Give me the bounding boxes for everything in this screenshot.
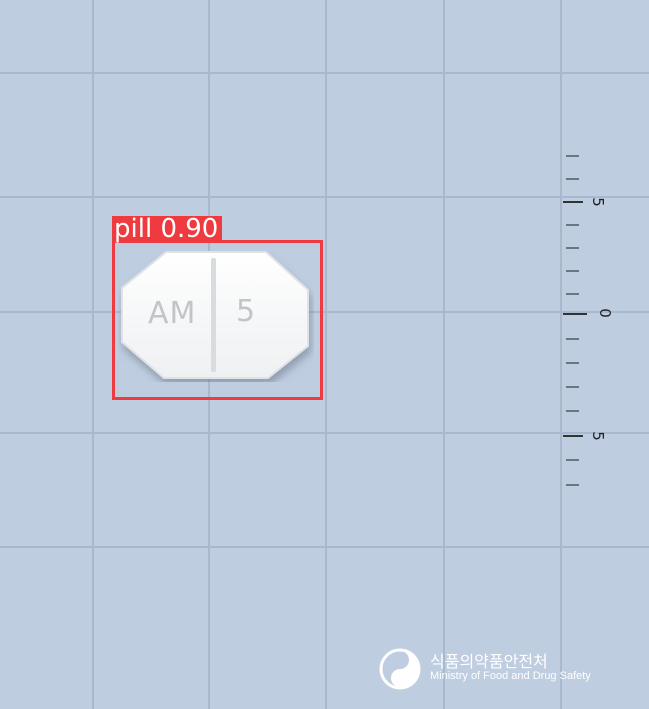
ruler-tick: [566, 178, 579, 180]
ruler-tick: [566, 155, 579, 157]
ruler-tick: [566, 270, 579, 272]
ruler-tick: [566, 293, 579, 295]
ruler-tick: [566, 338, 579, 340]
photo-stage: 5 0 5 AM 5 pill 0.90 식품의약품안전처 Ministry o…: [0, 0, 649, 709]
detection-label: pill 0.90: [112, 216, 223, 242]
watermark-english-text: Ministry of Food and Drug Safety: [430, 670, 591, 682]
grid-line: [0, 546, 649, 548]
ruler-tick: [566, 484, 579, 486]
ruler-tick: [566, 410, 579, 412]
ruler-label: 0: [595, 308, 614, 318]
grid-line: [0, 311, 649, 313]
ruler-tick: [566, 386, 579, 388]
mfds-logo-icon: [379, 648, 421, 690]
ruler-tick: [566, 362, 579, 364]
grid-line: [92, 0, 94, 709]
ruler-tick: [563, 201, 583, 203]
grid-line: [325, 0, 327, 709]
watermark-korean-text: 식품의약품안전처: [430, 652, 548, 671]
ruler-tick: [563, 313, 587, 315]
grid-line: [0, 72, 649, 74]
ruler-tick: [566, 224, 579, 226]
detection-bounding-box: [112, 240, 323, 400]
ruler-label: 5: [588, 197, 607, 207]
ruler-tick: [566, 459, 579, 461]
ruler-tick: [563, 435, 583, 437]
grid-line: [0, 196, 649, 198]
grid-line: [560, 0, 562, 709]
grid-line: [443, 0, 445, 709]
ruler-tick: [566, 247, 579, 249]
grid-line: [0, 432, 649, 434]
